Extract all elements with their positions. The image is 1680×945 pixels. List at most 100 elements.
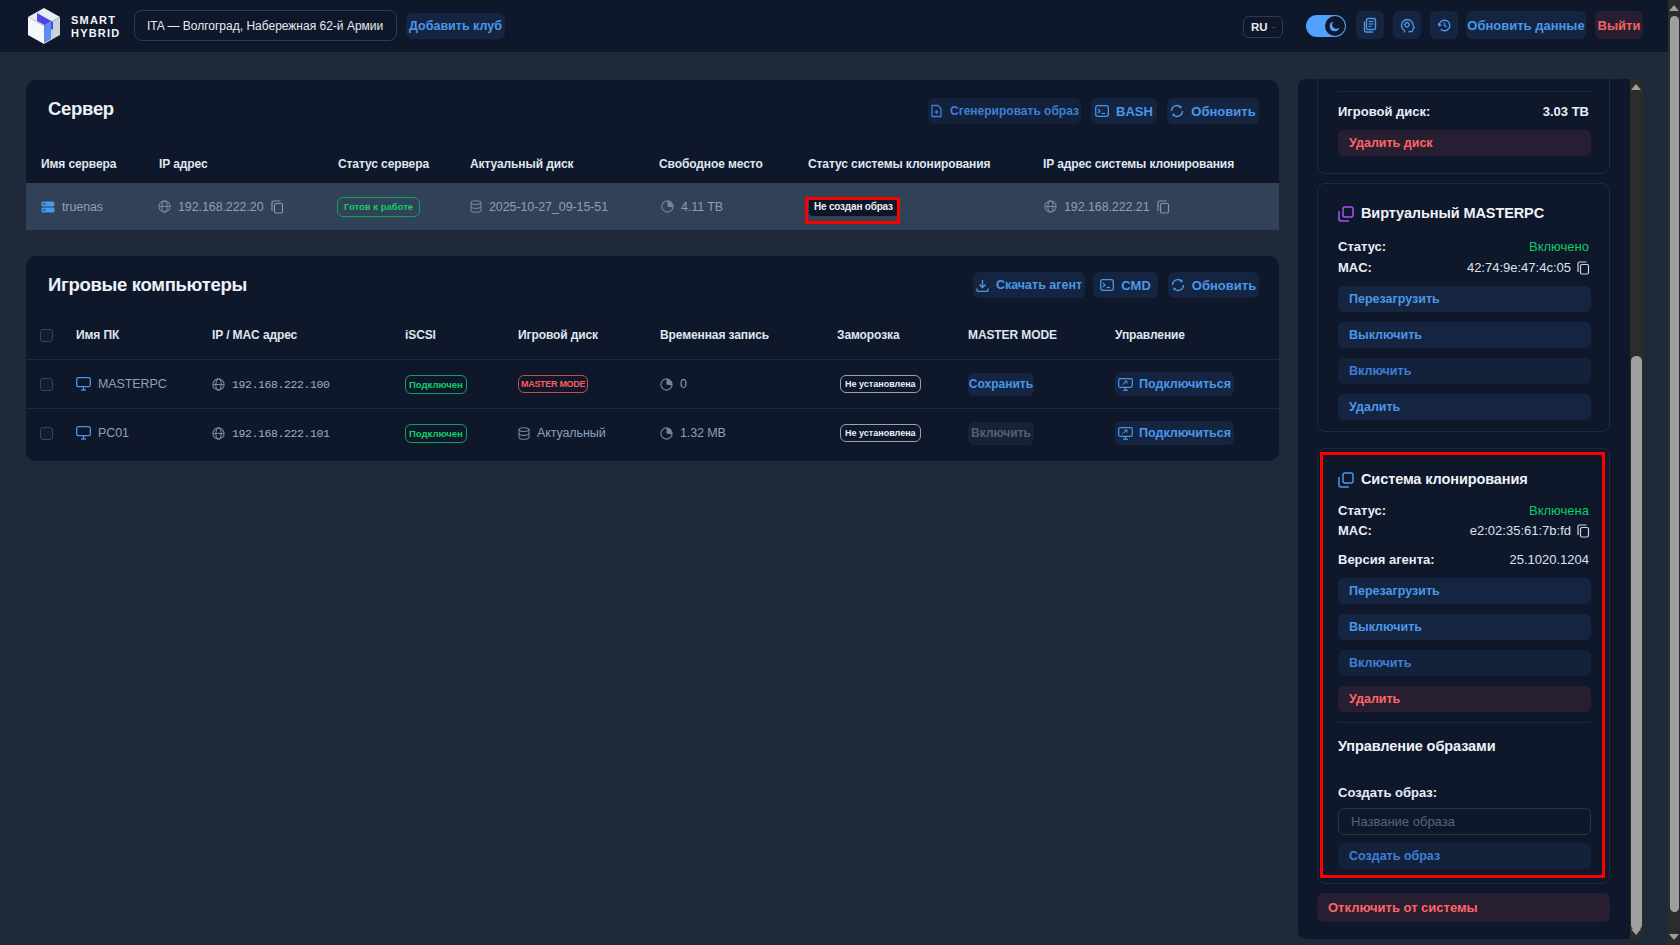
select-all-checkbox[interactable]	[40, 329, 53, 342]
connect-button[interactable]: Подключиться	[1115, 421, 1234, 445]
connect-label: Подключиться	[1139, 426, 1231, 440]
pc-row-pc01[interactable]: PC01 192.168.222.101 Подключен Актуальны…	[26, 408, 1279, 457]
pc-row-masterpc[interactable]: MASTERPC 192.168.222.100 Подключен MASTE…	[26, 359, 1279, 408]
usage-pie-icon	[661, 200, 674, 213]
scroll-down-icon[interactable]	[1631, 929, 1641, 935]
vm-section: Виртуальный MASTERPC Статус: Включено MA…	[1317, 183, 1610, 432]
usage-pie-icon	[660, 427, 673, 440]
chevron-down-icon	[1272, 24, 1275, 31]
copy-icon[interactable]	[1577, 261, 1590, 275]
theme-toggle[interactable]	[1306, 15, 1346, 37]
col-server-name: Имя сервера	[41, 157, 116, 171]
row-checkbox[interactable]	[40, 378, 53, 391]
sidebar-panel: Игровой диск: 3.03 TB Удалить диск Вирту…	[1298, 79, 1643, 939]
pc-temp-size: 1.32 MB	[680, 426, 726, 440]
add-club-label: Добавить клуб	[409, 19, 502, 33]
chevron-down-icon	[383, 22, 384, 30]
server-name: truenas	[62, 200, 103, 214]
vm-shutdown-button[interactable]: Выключить	[1338, 322, 1591, 348]
freeze-badge: Не установлена	[840, 375, 921, 393]
create-image-label: Создать образ:	[1338, 785, 1437, 800]
scroll-up-icon[interactable]	[1631, 84, 1641, 90]
globe-icon	[212, 427, 225, 440]
col-pc-master: MASTER MODE	[968, 328, 1057, 342]
logout-button[interactable]: Выйти	[1595, 11, 1643, 39]
clone-status-label: Статус:	[1338, 503, 1386, 518]
refresh-data-button[interactable]: Обновить данные	[1466, 11, 1586, 39]
game-disk-section: Игровой диск: 3.03 TB Удалить диск	[1317, 79, 1610, 174]
generate-image-button[interactable]: Сгенерировать образ	[928, 98, 1081, 124]
master-mode-enable-button[interactable]: Включить	[968, 422, 1034, 445]
logs-button[interactable]	[1356, 11, 1384, 39]
copy-icon[interactable]	[1157, 200, 1170, 214]
server-panel: Сервер Сгенерировать образ BASH Обновить…	[26, 80, 1279, 230]
iscsi-status-badge: Подключен	[405, 424, 467, 443]
vm-restart-label: Перезагрузить	[1349, 292, 1440, 306]
server-refresh-button[interactable]: Обновить	[1167, 98, 1259, 124]
clone-restart-button[interactable]: Перезагрузить	[1338, 578, 1591, 604]
clone-section: Система клонирования Статус: Включена MA…	[1317, 448, 1610, 884]
vm-restart-button[interactable]: Перезагрузить	[1338, 286, 1591, 312]
server-table-row[interactable]: truenas 192.168.222.20 Готов к работе	[26, 183, 1279, 230]
pc-ip: 192.168.222.101	[232, 427, 330, 440]
vm-section-title: Виртуальный MASTERPC	[1361, 205, 1544, 221]
clone-shutdown-button[interactable]: Выключить	[1338, 614, 1591, 640]
club-select[interactable]: ITA — Волгоград, Набережная 62-й Армии	[134, 10, 397, 41]
page-scrollbar[interactable]	[1668, 0, 1680, 945]
language-select[interactable]: RU	[1243, 16, 1283, 38]
agent-version-value: 25.1020.1204	[1509, 552, 1589, 567]
create-image-button-label: Создать образ	[1349, 849, 1440, 863]
brand-name-line1: SMART	[71, 15, 116, 26]
club-select-value: ITA — Волгоград, Набережная 62-й Армии	[147, 19, 383, 33]
computers-refresh-button[interactable]: Обновить	[1168, 272, 1259, 298]
create-image-button[interactable]: Создать образ	[1338, 843, 1591, 869]
vm-status-value: Включено	[1529, 239, 1589, 254]
cmd-button[interactable]: CMD	[1093, 272, 1158, 298]
image-name-input[interactable]	[1338, 808, 1591, 835]
server-disk: 2025-10-27_09-15-51	[489, 200, 608, 214]
terminal-icon	[1100, 279, 1114, 291]
copy-icon[interactable]	[1577, 524, 1590, 538]
clone-status-value: Включена	[1529, 503, 1589, 518]
col-clone-status: Статус системы клонирования	[808, 157, 990, 171]
delete-disk-label: Удалить диск	[1349, 136, 1433, 150]
row-checkbox[interactable]	[40, 427, 53, 440]
logout-label: Выйти	[1598, 18, 1641, 33]
pc-name: PC01	[98, 426, 129, 440]
pc-temp-size: 0	[680, 377, 687, 391]
delete-disk-button[interactable]: Удалить диск	[1338, 130, 1591, 156]
sidebar-scrollbar-thumb[interactable]	[1631, 356, 1642, 930]
language-value: RU	[1251, 21, 1268, 33]
theme-toggle-knob	[1325, 16, 1345, 36]
scroll-down-icon[interactable]	[1669, 934, 1679, 940]
game-disk-text: Актуальный	[537, 426, 606, 440]
clone-poweron-button[interactable]: Включить	[1338, 650, 1591, 676]
sidebar-scrollbar[interactable]	[1630, 79, 1643, 939]
monitor-icon	[76, 377, 91, 391]
copy-icon[interactable]	[271, 200, 284, 214]
moon-icon	[1328, 19, 1342, 33]
divider	[1338, 722, 1591, 723]
clone-poweron-label: Включить	[1349, 656, 1411, 670]
vm-poweron-button[interactable]: Включить	[1338, 358, 1591, 384]
col-pc-iscsi: iSCSI	[405, 328, 436, 342]
bash-button[interactable]: BASH	[1091, 98, 1157, 124]
col-pc-freeze: Заморозка	[837, 328, 900, 342]
scroll-up-icon[interactable]	[1669, 5, 1679, 11]
clone-delete-button[interactable]: Удалить	[1338, 686, 1591, 712]
disconnect-button[interactable]: Отключить от системы	[1317, 893, 1610, 922]
master-mode-save-label: Сохранить	[969, 377, 1033, 391]
vm-delete-button[interactable]: Удалить	[1338, 394, 1591, 420]
support-button[interactable]	[1393, 11, 1421, 39]
download-agent-button[interactable]: Скачать агент	[973, 272, 1085, 298]
vm-poweron-label: Включить	[1349, 364, 1411, 378]
master-mode-save-button[interactable]: Сохранить	[968, 373, 1034, 396]
connect-button[interactable]: Подключиться	[1115, 372, 1234, 396]
history-button[interactable]	[1430, 11, 1458, 39]
add-club-button[interactable]: Добавить клуб	[406, 13, 505, 39]
page-scrollbar-thumb[interactable]	[1670, 16, 1679, 912]
documents-icon	[1362, 17, 1378, 33]
agent-version-label: Версия агента:	[1338, 552, 1435, 567]
disk-icon	[470, 200, 482, 213]
disconnect-label: Отключить от системы	[1328, 900, 1478, 915]
